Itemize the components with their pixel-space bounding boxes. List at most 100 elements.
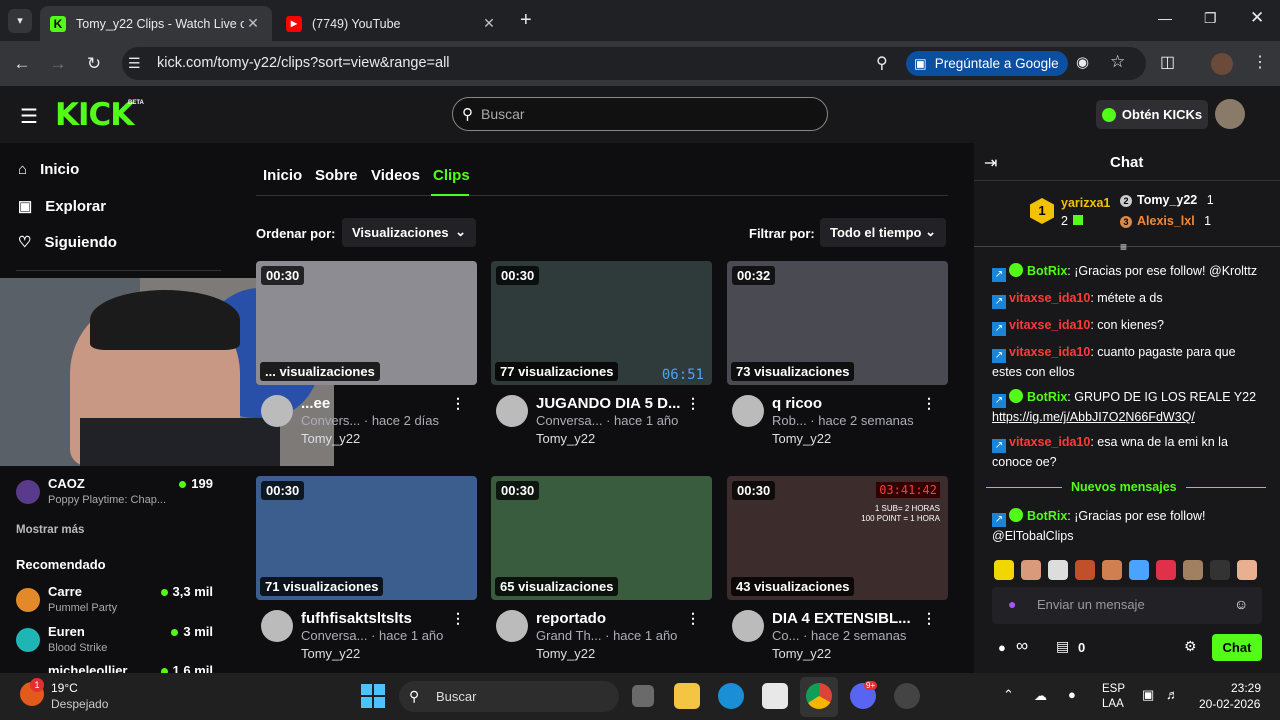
clip-card[interactable]: 00:30 71 visualizaciones fufhfisaktsltsl… bbox=[256, 476, 477, 674]
emote-icon[interactable] bbox=[1129, 560, 1149, 580]
send-chat-button[interactable]: Chat bbox=[1212, 634, 1262, 661]
gift-box-icon[interactable]: ▤ bbox=[1056, 638, 1069, 655]
sidebar-item-siguiendo[interactable]: ♡ Siguiendo bbox=[18, 233, 117, 252]
emote-icon[interactable] bbox=[1183, 560, 1203, 580]
clip-thumbnail[interactable]: 00:30 77 visualizaciones 06:51 bbox=[491, 261, 712, 385]
tab-search-button[interactable]: ▾ bbox=[8, 9, 32, 33]
clip-title[interactable]: DIA 4 EXTENSIBL... bbox=[772, 610, 911, 627]
collapse-chat-icon[interactable]: ⇥ bbox=[984, 153, 997, 173]
store-icon[interactable] bbox=[762, 683, 788, 709]
clip-title[interactable]: JUGANDO DIA 5 D... bbox=[536, 395, 680, 412]
chat-input[interactable]: ● Enviar un mensaje ☺ bbox=[992, 587, 1262, 624]
restore-button[interactable]: ❐ bbox=[1204, 10, 1217, 27]
recommended-channel[interactable]: Carre Pummel Party 3,3 mil bbox=[16, 584, 221, 624]
taskbar-search[interactable]: ⚲ Buscar bbox=[399, 681, 619, 712]
close-tab-icon[interactable]: ✕ bbox=[244, 15, 262, 32]
tab-kick[interactable]: K Tomy_y22 Clips - Watch Live on Kick ✕ bbox=[40, 6, 272, 41]
emote-icon[interactable] bbox=[1237, 560, 1257, 580]
chat-username[interactable]: vitaxse_ida10 bbox=[1009, 318, 1090, 332]
close-window-button[interactable]: ✕ bbox=[1250, 8, 1264, 28]
chat-username[interactable]: BotRix bbox=[1027, 390, 1067, 404]
more-options-icon[interactable]: ⋮ bbox=[922, 395, 936, 412]
clip-title[interactable]: fufhfisaktsltslts bbox=[301, 610, 412, 627]
clip-card[interactable]: 00:30 77 visualizaciones 06:51 JUGANDO DI… bbox=[491, 261, 712, 459]
clip-username[interactable]: Tomy_y22 bbox=[301, 646, 360, 661]
clip-username[interactable]: Tomy_y22 bbox=[536, 431, 595, 446]
tab-sobre[interactable]: Sobre bbox=[315, 167, 358, 184]
clip-username[interactable]: Tomy_y22 bbox=[536, 646, 595, 661]
recommended-channel[interactable]: micheleollier 1,6 mil bbox=[16, 663, 221, 673]
community-icon[interactable]: ● bbox=[998, 640, 1006, 655]
clip-username[interactable]: Tomy_y22 bbox=[772, 646, 831, 661]
clip-author-avatar[interactable] bbox=[732, 610, 764, 642]
clip-title[interactable]: q ricoo bbox=[772, 395, 822, 412]
emote-icon[interactable] bbox=[994, 560, 1014, 580]
kick-logo[interactable]: KICK bbox=[55, 97, 134, 133]
edge-icon[interactable] bbox=[718, 683, 744, 709]
get-kicks-button[interactable]: Obtén KICKs bbox=[1096, 100, 1208, 129]
more-options-icon[interactable]: ⋮ bbox=[451, 395, 465, 412]
following-channel[interactable]: CAOZ Poppy Playtime: Chap... 199 bbox=[16, 476, 221, 516]
reload-icon[interactable]: ↻ bbox=[83, 53, 105, 75]
site-info-icon[interactable]: ☰ bbox=[128, 55, 141, 72]
chat-link[interactable]: https://ig.me/j/AbbJI7O2N66FdW3Q/ bbox=[992, 410, 1195, 424]
clip-thumbnail[interactable]: 00:32 73 visualizaciones bbox=[727, 261, 948, 385]
top-gifter-3[interactable]: 3 Alexis_lxl 1 bbox=[1120, 214, 1230, 230]
clip-author-avatar[interactable] bbox=[732, 395, 764, 427]
chrome-icon[interactable] bbox=[806, 683, 832, 709]
weather-temp[interactable]: 19°C bbox=[51, 681, 78, 695]
tab-clips[interactable]: Clips bbox=[433, 167, 470, 184]
browser-menu-icon[interactable]: ⋮ bbox=[1252, 52, 1268, 72]
tab-youtube[interactable]: ▶ (7749) YouTube ✕ bbox=[276, 6, 508, 41]
new-tab-button[interactable]: + bbox=[520, 9, 532, 32]
language-line1[interactable]: ESP bbox=[1102, 683, 1125, 695]
close-tab-icon[interactable]: ✕ bbox=[480, 15, 498, 32]
tab-inicio[interactable]: Inicio bbox=[263, 167, 302, 184]
clip-title[interactable]: ...ee bbox=[301, 395, 330, 412]
top-gifter-1[interactable]: 1 yarizxa1 2 bbox=[1030, 194, 1120, 230]
volume-icon[interactable]: ♬ bbox=[1166, 687, 1179, 702]
start-button[interactable] bbox=[361, 684, 385, 708]
back-icon[interactable]: ← bbox=[11, 53, 33, 75]
clip-author-avatar[interactable] bbox=[496, 610, 528, 642]
obs-icon[interactable] bbox=[894, 683, 920, 709]
sort-select[interactable]: Visualizaciones ⌄ bbox=[342, 218, 476, 247]
bookmark-star-icon[interactable]: ☆ bbox=[1110, 52, 1125, 72]
profile-avatar[interactable] bbox=[1211, 53, 1233, 75]
forward-icon[interactable]: → bbox=[47, 53, 69, 75]
chat-username[interactable]: BotRix bbox=[1027, 509, 1067, 523]
top-gifter-2[interactable]: 2 Tomy_y22 1 bbox=[1120, 193, 1230, 209]
emote-icon[interactable] bbox=[1021, 560, 1041, 580]
expand-leaderboard-icon[interactable]: ≡ bbox=[1120, 240, 1127, 254]
clip-thumbnail[interactable]: 00:30 71 visualizaciones bbox=[256, 476, 477, 600]
clip-title[interactable]: reportado bbox=[536, 610, 606, 627]
settings-gear-icon[interactable]: ⚙ bbox=[1184, 638, 1197, 655]
file-explorer-icon[interactable] bbox=[674, 683, 700, 709]
url-text[interactable]: kick.com/tomy-y22/clips?sort=view&range=… bbox=[157, 55, 450, 71]
tab-videos[interactable]: Videos bbox=[371, 167, 420, 184]
clip-card[interactable]: 00:30 43 visualizaciones 03:41:42 1 SUB= 2… bbox=[727, 476, 948, 674]
user-avatar[interactable] bbox=[1215, 99, 1245, 129]
emote-icon[interactable] bbox=[1075, 560, 1095, 580]
clip-thumbnail[interactable]: 00:30 43 visualizaciones 03:41:42 1 SUB= 2… bbox=[727, 476, 948, 600]
more-options-icon[interactable]: ⋮ bbox=[922, 610, 936, 627]
clip-username[interactable]: Tomy_y22 bbox=[772, 431, 831, 446]
microphone-icon[interactable]: ● bbox=[1068, 687, 1076, 702]
hamburger-menu-icon[interactable]: ☰ bbox=[20, 104, 38, 129]
clip-author-avatar[interactable] bbox=[261, 395, 293, 427]
extensions-icon[interactable]: ◫ bbox=[1160, 52, 1175, 72]
emote-icon[interactable] bbox=[1102, 560, 1122, 580]
eye-off-icon[interactable]: ◉ bbox=[1076, 53, 1089, 71]
clip-thumbnail[interactable]: 00:30 65 visualizaciones bbox=[491, 476, 712, 600]
filter-select[interactable]: Todo el tiempo ⌄ bbox=[820, 218, 946, 247]
clip-author-avatar[interactable] bbox=[496, 395, 528, 427]
emote-icon[interactable] bbox=[1048, 560, 1068, 580]
clip-card[interactable]: 00:30 ... visualizaciones ...ee Convers.… bbox=[256, 261, 477, 459]
clip-username[interactable]: Tomy_y22 bbox=[301, 431, 360, 446]
recommended-channel[interactable]: Euren Blood Strike 3 mil bbox=[16, 624, 221, 664]
chat-username[interactable]: vitaxse_ida10 bbox=[1009, 435, 1090, 449]
chat-username[interactable]: vitaxse_ida10 bbox=[1009, 291, 1090, 305]
chat-username[interactable]: BotRix bbox=[1027, 264, 1067, 278]
sidebar-item-inicio[interactable]: ⌂ Inicio bbox=[18, 161, 79, 178]
sidebar-item-explorar[interactable]: ▣ Explorar bbox=[18, 197, 106, 216]
